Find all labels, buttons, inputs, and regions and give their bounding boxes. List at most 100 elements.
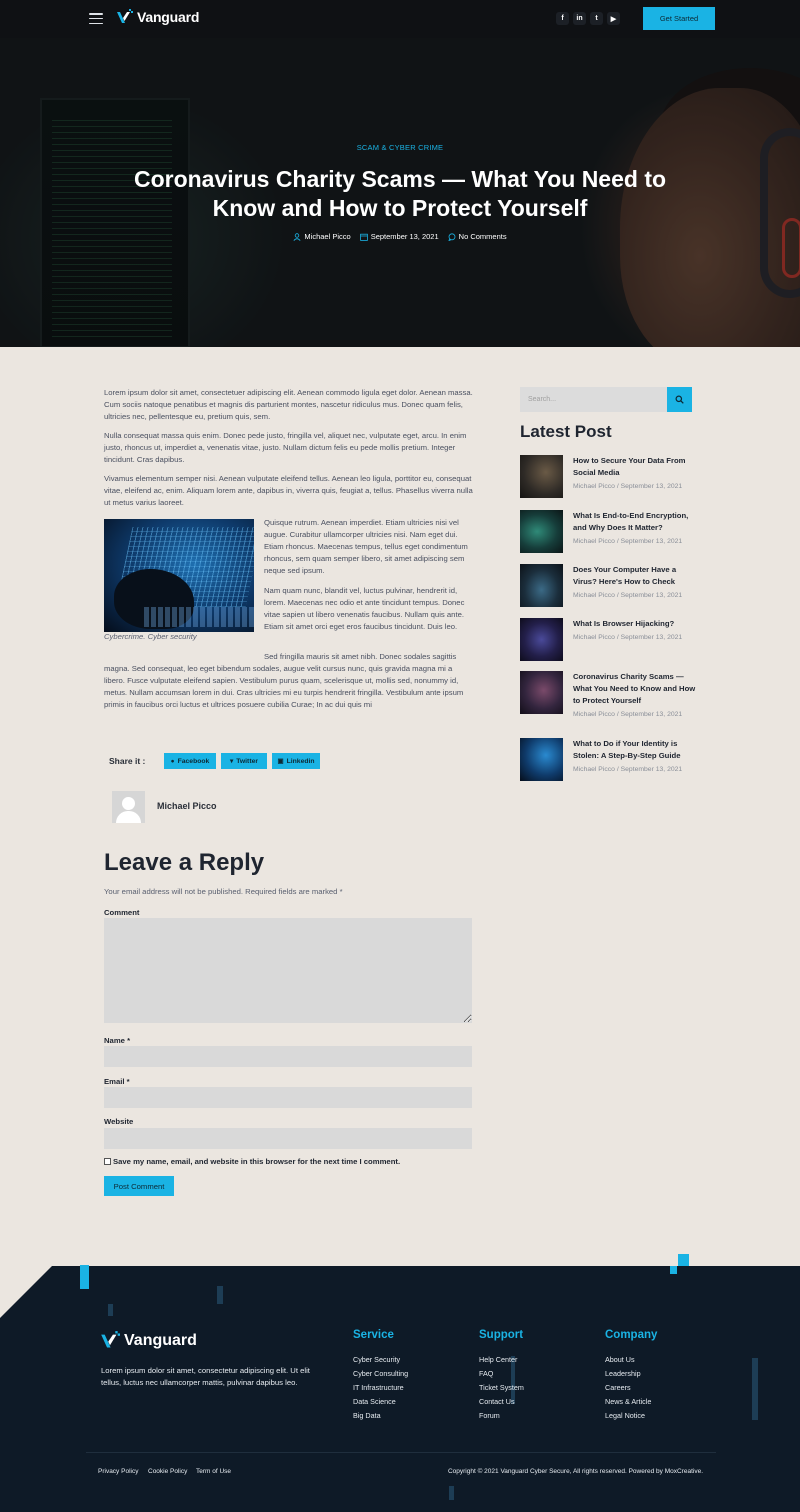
decor-block bbox=[80, 1265, 89, 1289]
latest-post-meta: Michael Picco / September 13, 2021 bbox=[573, 711, 683, 718]
website-label: Website bbox=[104, 1117, 134, 1126]
footer-support-title: Support bbox=[479, 1329, 524, 1341]
post-title: Coronavirus Charity Scams — What You Nee… bbox=[133, 166, 667, 221]
footer-link[interactable]: Ticket System bbox=[479, 1383, 524, 1392]
website-field[interactable] bbox=[104, 1128, 472, 1149]
footer-divider bbox=[86, 1452, 716, 1453]
latest-post-heading: Latest Post bbox=[520, 422, 612, 441]
hero-banner: SCAM & CYBER CRIME Coronavirus Charity S… bbox=[0, 38, 800, 347]
author-name[interactable]: Michael Picco bbox=[157, 801, 217, 811]
vanguard-logo-icon bbox=[101, 1331, 120, 1348]
privacy-policy-link[interactable]: Privacy Policy bbox=[98, 1468, 138, 1475]
terms-of-use-link[interactable]: Term of Use bbox=[196, 1468, 231, 1475]
post-meta: Michael Picco September 13, 2021 No Comm… bbox=[0, 232, 800, 241]
latest-post-meta: Michael Picco / September 13, 2021 bbox=[573, 592, 683, 599]
top-navbar: Vanguard f in t ▶ Get Started bbox=[0, 0, 800, 38]
vanguard-logo-icon bbox=[117, 9, 133, 23]
footer-link[interactable]: FAQ bbox=[479, 1369, 493, 1378]
footer-company-title: Company bbox=[605, 1329, 658, 1341]
post-comment-button[interactable]: Post Comment bbox=[104, 1176, 174, 1196]
decor-block bbox=[678, 1254, 689, 1266]
reply-note: Your email address will not be published… bbox=[104, 887, 343, 896]
post-comments[interactable]: No Comments bbox=[448, 232, 507, 241]
post-thumbnail[interactable] bbox=[520, 671, 563, 714]
linkedin-icon[interactable]: in bbox=[573, 12, 586, 25]
youtube-icon[interactable]: ▶ bbox=[607, 12, 620, 25]
article-paragraph: Nulla consequat massa quis enim. Donec p… bbox=[104, 431, 467, 464]
search-input[interactable]: Search... bbox=[520, 387, 667, 412]
post-thumbnail[interactable] bbox=[520, 510, 563, 553]
email-field[interactable] bbox=[104, 1087, 472, 1108]
share-twitter-button[interactable]: ▾ Twitter bbox=[221, 753, 267, 769]
latest-post-meta: Michael Picco / September 13, 2021 bbox=[573, 634, 683, 641]
latest-post-meta: Michael Picco / September 13, 2021 bbox=[573, 483, 683, 490]
latest-post-link[interactable]: What Is End-to-End Encryption, and Why D… bbox=[573, 510, 698, 534]
share-facebook-button[interactable]: ● Facebook bbox=[164, 753, 216, 769]
comment-textarea[interactable] bbox=[104, 918, 472, 1023]
image-caption: Cybercrime. Cyber security bbox=[104, 632, 197, 641]
calendar-icon bbox=[359, 233, 368, 241]
comment-label: Comment bbox=[104, 908, 140, 917]
save-info-label: Save my name, email, and website in this… bbox=[113, 1157, 401, 1166]
footer-link[interactable]: Leadership bbox=[605, 1369, 641, 1378]
footer-link[interactable]: Cyber Security bbox=[353, 1355, 400, 1364]
copyright: Copyright © 2021 Vanguard Cyber Secure, … bbox=[447, 1468, 703, 1475]
footer-link[interactable]: News & Article bbox=[605, 1397, 651, 1406]
email-label: Email * bbox=[104, 1077, 130, 1086]
article-paragraph: Lorem ipsum dolor sit amet, consectetuer… bbox=[104, 388, 473, 421]
footer-link[interactable]: Legal Notice bbox=[605, 1411, 645, 1420]
search-button[interactable] bbox=[667, 387, 692, 412]
get-started-button[interactable]: Get Started bbox=[643, 7, 715, 30]
comment-icon bbox=[448, 232, 456, 241]
post-thumbnail[interactable] bbox=[520, 455, 563, 498]
latest-post-link[interactable]: How to Secure Your Data From Social Medi… bbox=[573, 455, 698, 479]
footer-about: Lorem ipsum dolor sit amet, consectetur … bbox=[101, 1366, 310, 1387]
save-info-checkbox[interactable] bbox=[104, 1158, 111, 1165]
facebook-icon[interactable]: f bbox=[556, 12, 569, 25]
twitter-icon: ▾ bbox=[229, 758, 234, 765]
article-paragraph: Nam quam nunc, blandit vel, luctus pulvi… bbox=[264, 586, 465, 631]
latest-post-link[interactable]: What Is Browser Hijacking? bbox=[573, 618, 698, 630]
latest-post-link[interactable]: What to Do if Your Identity is Stolen: A… bbox=[573, 738, 698, 762]
facebook-icon: ● bbox=[170, 757, 175, 765]
footer-logo-text: Vanguard bbox=[124, 1331, 197, 1349]
post-category[interactable]: SCAM & CYBER CRIME bbox=[0, 143, 800, 152]
decor-block bbox=[670, 1266, 677, 1274]
footer-link[interactable]: About Us bbox=[605, 1355, 635, 1364]
social-links: f in t ▶ bbox=[556, 12, 620, 25]
latest-post-link[interactable]: Does Your Computer Have a Virus? Here's … bbox=[573, 564, 698, 588]
footer-logo[interactable]: Vanguard bbox=[100, 1331, 197, 1350]
share-linkedin-button[interactable]: ▣ Linkedin bbox=[272, 753, 320, 769]
article-paragraph: Vivamus elementum semper nisi. Aenean vu… bbox=[104, 474, 473, 507]
hamburger-menu-icon[interactable] bbox=[89, 13, 103, 24]
footer-link[interactable]: Contact Us bbox=[479, 1397, 515, 1406]
footer-service-title: Service bbox=[353, 1329, 394, 1341]
footer-link[interactable]: Help Center bbox=[479, 1355, 517, 1364]
name-field[interactable] bbox=[104, 1046, 472, 1067]
site-logo[interactable]: Vanguard bbox=[116, 9, 199, 25]
footer-link[interactable]: Data Science bbox=[353, 1397, 396, 1406]
post-thumbnail[interactable] bbox=[520, 618, 563, 661]
search-icon bbox=[675, 395, 684, 404]
cookie-policy-link[interactable]: Cookie Policy bbox=[148, 1468, 187, 1475]
share-label: Share it : bbox=[109, 756, 146, 766]
latest-post-link[interactable]: Coronavirus Charity Scams — What You Nee… bbox=[573, 671, 698, 707]
footer-link[interactable]: Big Data bbox=[353, 1411, 381, 1420]
article-paragraph: Sed fringilla mauris sit amet nibh. Done… bbox=[264, 652, 457, 661]
footer-link[interactable]: Cyber Consulting bbox=[353, 1369, 408, 1378]
footer-link[interactable]: Careers bbox=[605, 1383, 631, 1392]
footer-link[interactable]: Forum bbox=[479, 1411, 500, 1420]
logo-text: Vanguard bbox=[137, 9, 200, 25]
post-thumbnail[interactable] bbox=[520, 738, 563, 781]
post-thumbnail[interactable] bbox=[520, 564, 563, 607]
latest-post-meta: Michael Picco / September 13, 2021 bbox=[573, 766, 683, 773]
linkedin-icon: ▣ bbox=[277, 758, 284, 765]
article-image bbox=[104, 519, 254, 632]
name-label: Name * bbox=[104, 1036, 131, 1045]
footer-link[interactable]: IT Infrastructure bbox=[353, 1383, 404, 1392]
avatar bbox=[112, 791, 145, 823]
post-date[interactable]: September 13, 2021 bbox=[359, 232, 439, 241]
article-paragraph: Quisque rutrum. Aenean imperdiet. Etiam … bbox=[264, 518, 468, 575]
post-author[interactable]: Michael Picco bbox=[293, 232, 351, 241]
twitter-icon[interactable]: t bbox=[590, 12, 603, 25]
